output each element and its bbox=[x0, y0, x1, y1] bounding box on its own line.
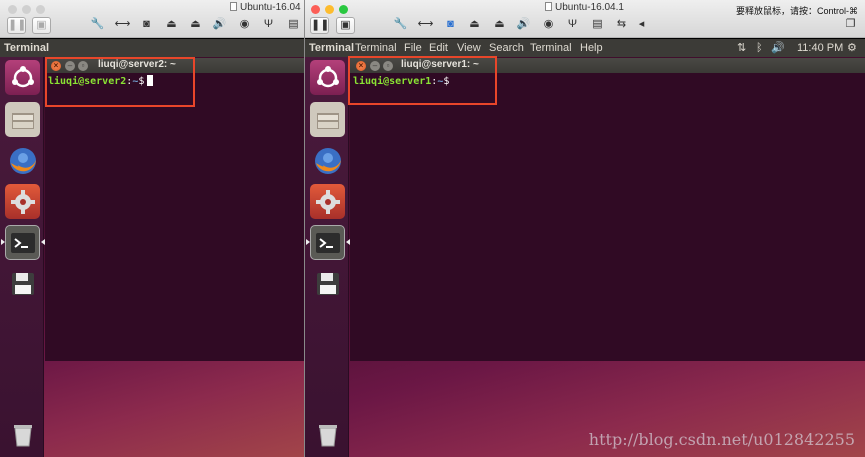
firefox-icon[interactable] bbox=[5, 143, 40, 178]
trash-icon[interactable] bbox=[310, 416, 345, 451]
vm-doc-icon bbox=[230, 2, 237, 11]
ubuntu-top-panel: Terminal Terminal File Edit View Search … bbox=[305, 39, 865, 57]
vm-doc-icon bbox=[545, 2, 552, 11]
pause-icon[interactable]: ❚❚ bbox=[310, 17, 329, 34]
zoom-traffic-light[interactable] bbox=[36, 5, 45, 14]
menu-search[interactable]: Search bbox=[489, 39, 524, 57]
vm-toolbar: ❚❚ ▣ 🔧 ⟷ ◙ ⏏ ⏏ 🔊 ◉ Ψ ▤ bbox=[0, 17, 304, 35]
panel-app-name: Terminal bbox=[309, 42, 355, 54]
trash-icon[interactable] bbox=[5, 416, 40, 451]
network-icon[interactable]: ⇅ bbox=[737, 39, 746, 57]
menu-help[interactable]: Help bbox=[580, 39, 603, 57]
unity-launcher bbox=[0, 57, 45, 457]
zoom-traffic-light[interactable] bbox=[339, 5, 348, 14]
floppy-icon[interactable]: ▤ bbox=[284, 17, 303, 34]
minimize-traffic-light[interactable] bbox=[325, 5, 334, 14]
printer2-icon[interactable]: ⏏ bbox=[186, 17, 205, 34]
camera-icon[interactable]: ◉ bbox=[235, 17, 254, 34]
vm-title: Ubuntu-16.04.1 bbox=[545, 2, 624, 13]
usb-icon[interactable]: Ψ bbox=[563, 17, 582, 34]
files-icon[interactable] bbox=[5, 102, 40, 137]
pause-icon[interactable]: ❚❚ bbox=[7, 17, 26, 34]
back-icon[interactable]: ◂ bbox=[632, 17, 651, 34]
mac-titlebar: Ubuntu-16.04.1 要释放鼠标，请按：Control-⌘ ❚❚ ▣ 🔧… bbox=[305, 0, 865, 38]
firefox-icon[interactable] bbox=[310, 143, 345, 178]
printer2-icon[interactable]: ⏏ bbox=[490, 17, 509, 34]
system-settings-icon[interactable] bbox=[5, 184, 40, 219]
minimize-traffic-light[interactable] bbox=[22, 5, 31, 14]
menu-file[interactable]: File bbox=[404, 39, 422, 57]
files-icon[interactable] bbox=[310, 102, 345, 137]
menu-terminal[interactable]: Terminal bbox=[355, 39, 397, 57]
close-traffic-light[interactable] bbox=[8, 5, 17, 14]
vm-toolbar: ❚❚ ▣ 🔧 ⟷ ◙ ⏏ ⏏ 🔊 ◉ Ψ ▤ ⇆ ◂ ❐ bbox=[305, 17, 865, 35]
floppy-icon[interactable]: ▤ bbox=[588, 17, 607, 34]
highlight-box bbox=[45, 57, 195, 107]
menu-edit[interactable]: Edit bbox=[429, 39, 448, 57]
vm-title: Ubuntu-16.04 bbox=[230, 2, 301, 13]
gear-icon[interactable]: ⚙ bbox=[847, 39, 857, 57]
arrows-icon[interactable]: ⟷ bbox=[416, 17, 435, 34]
watermark: http://blog.csdn.net/u012842255 bbox=[588, 430, 855, 449]
menu-view[interactable]: View bbox=[457, 39, 481, 57]
running-indicator bbox=[306, 239, 310, 245]
clock[interactable]: 11:40 PM bbox=[797, 39, 843, 57]
wrench-icon[interactable]: 🔧 bbox=[391, 17, 410, 34]
disk-icon[interactable]: ◙ bbox=[137, 17, 156, 34]
mac-titlebar: Ubuntu-16.04 ❚❚ ▣ 🔧 ⟷ ◙ ⏏ ⏏ 🔊 ◉ Ψ ▤ bbox=[0, 0, 304, 38]
close-traffic-light[interactable] bbox=[311, 5, 320, 14]
menu-terminal-2[interactable]: Terminal bbox=[530, 39, 572, 57]
volume-icon[interactable]: 🔊 bbox=[514, 17, 533, 34]
terminal-icon[interactable] bbox=[310, 225, 345, 260]
printer-icon[interactable]: ⏏ bbox=[465, 17, 484, 34]
terminal-icon[interactable] bbox=[5, 225, 40, 260]
snapshot-icon[interactable]: ▣ bbox=[336, 17, 355, 34]
ubuntu-dash-icon[interactable] bbox=[5, 60, 40, 95]
arrows-icon[interactable]: ⟷ bbox=[113, 17, 132, 34]
usb-icon[interactable]: Ψ bbox=[259, 17, 278, 34]
disk-icon[interactable]: ◙ bbox=[441, 17, 460, 34]
highlight-box bbox=[348, 56, 497, 105]
unity-launcher bbox=[305, 57, 350, 457]
vm-window-right: Ubuntu-16.04.1 要释放鼠标，请按：Control-⌘ ❚❚ ▣ 🔧… bbox=[305, 0, 865, 457]
window-restore-icon[interactable]: ❐ bbox=[841, 17, 860, 34]
system-settings-icon[interactable] bbox=[310, 184, 345, 219]
ubuntu-top-panel: Terminal bbox=[0, 39, 304, 57]
ubuntu-dash-icon[interactable] bbox=[310, 60, 345, 95]
wrench-icon[interactable]: 🔧 bbox=[88, 17, 107, 34]
running-indicator bbox=[1, 239, 5, 245]
snapshot-icon[interactable]: ▣ bbox=[32, 17, 51, 34]
printer-icon[interactable]: ⏏ bbox=[162, 17, 181, 34]
volume-icon[interactable]: 🔊 bbox=[210, 17, 229, 34]
vm-window-left: Ubuntu-16.04 ❚❚ ▣ 🔧 ⟷ ◙ ⏏ ⏏ 🔊 ◉ Ψ ▤ Term… bbox=[0, 0, 304, 457]
panel-app-name: Terminal bbox=[4, 42, 50, 54]
save-disk-icon[interactable] bbox=[5, 266, 40, 301]
share-icon[interactable]: ⇆ bbox=[612, 17, 631, 34]
release-mouse-hint: 要释放鼠标，请按：Control-⌘ bbox=[735, 6, 858, 16]
save-disk-icon[interactable] bbox=[310, 266, 345, 301]
bluetooth-icon[interactable]: ᛒ bbox=[756, 39, 763, 57]
camera-icon[interactable]: ◉ bbox=[539, 17, 558, 34]
volume-icon[interactable]: 🔊 bbox=[771, 39, 785, 57]
